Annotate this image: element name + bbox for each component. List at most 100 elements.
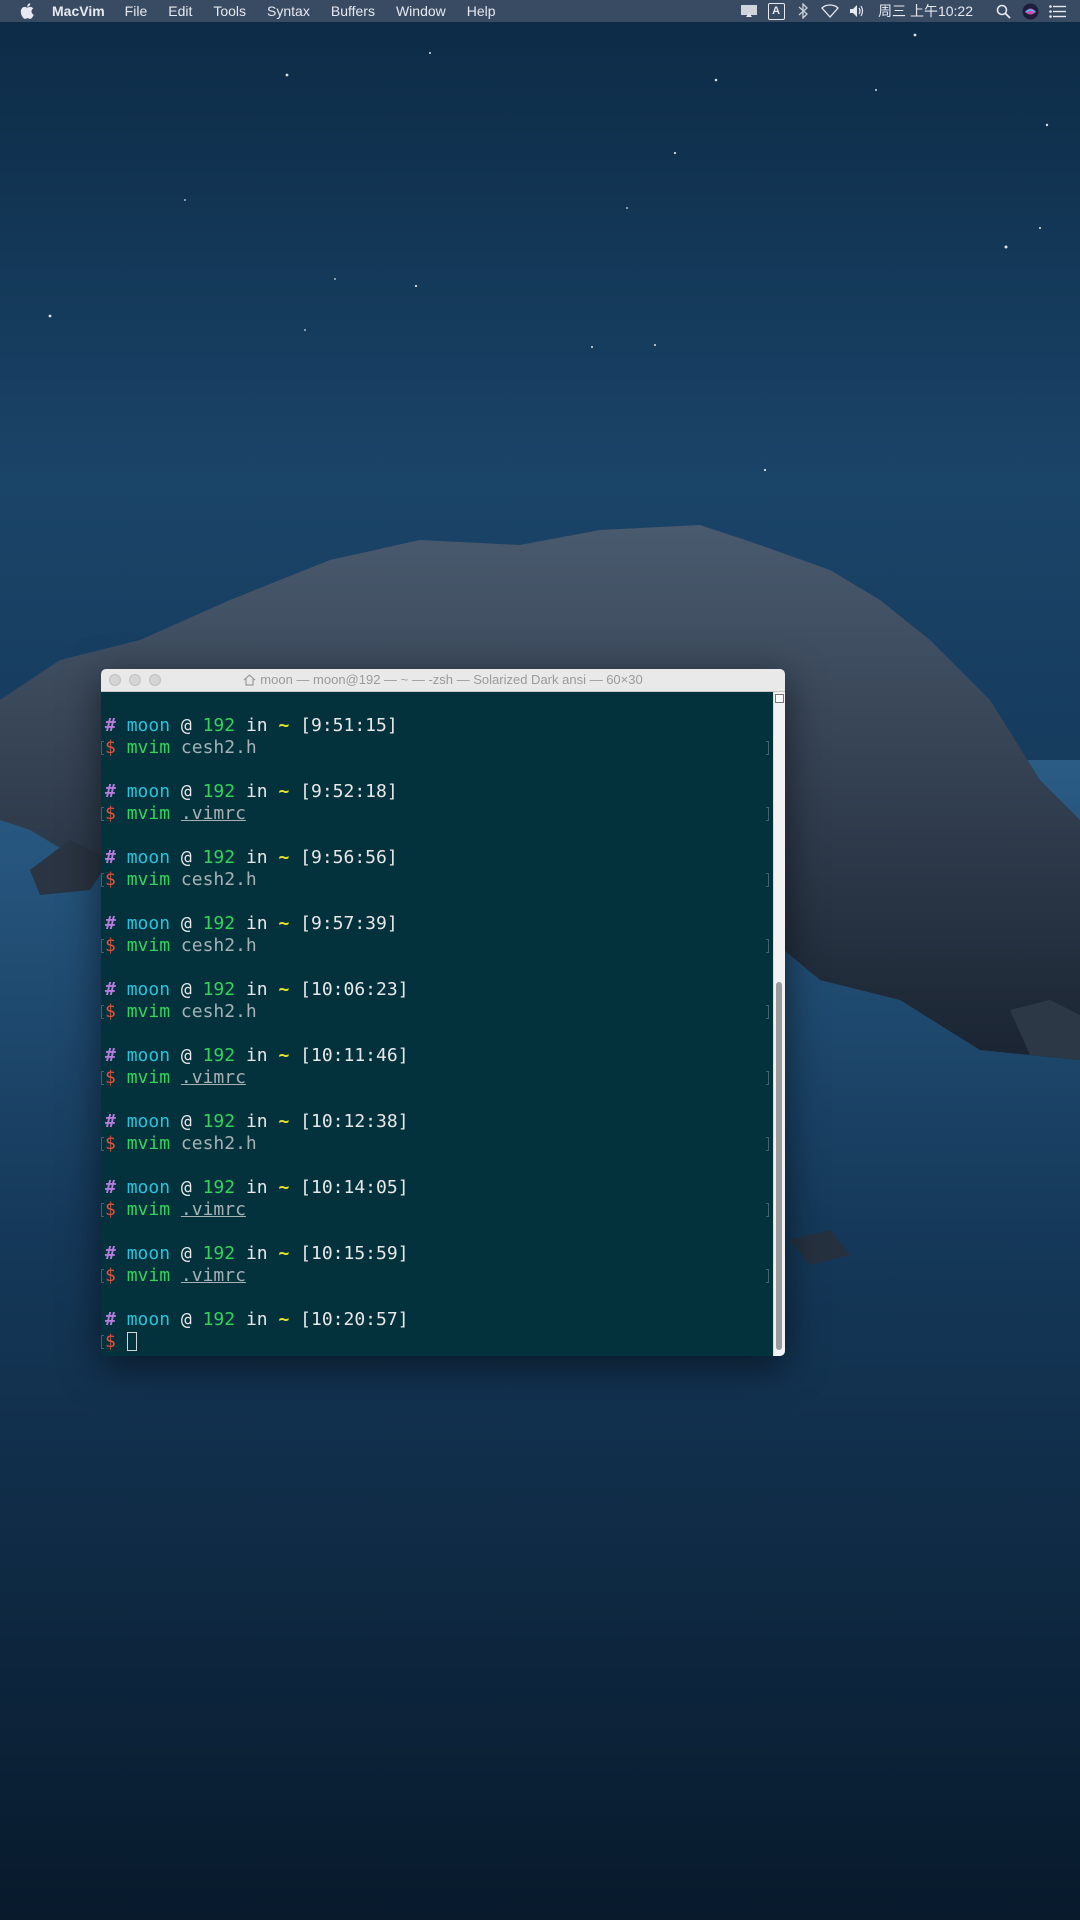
menu-syntax[interactable]: Syntax bbox=[267, 0, 310, 22]
apple-menu-icon[interactable] bbox=[16, 0, 38, 22]
vertical-scrollbar[interactable] bbox=[773, 692, 785, 1356]
prompt-dir: ~ bbox=[278, 715, 290, 736]
prompt-dollar: $ bbox=[105, 1265, 116, 1286]
command-mark-left bbox=[101, 1335, 104, 1349]
prompt-user: moon bbox=[126, 781, 171, 802]
command-argument: .vimrc bbox=[180, 803, 246, 824]
prompt-hash: # bbox=[105, 1111, 116, 1132]
prompt-host: 192 bbox=[202, 913, 236, 934]
menu-app-name[interactable]: MacVim bbox=[52, 0, 105, 22]
command-mark-left bbox=[101, 1137, 104, 1151]
menu-file[interactable]: File bbox=[125, 0, 148, 22]
window-title: moon — moon@192 — ~ — -zsh — Solarized D… bbox=[260, 672, 643, 687]
command-argument: cesh2.h bbox=[180, 935, 257, 956]
prompt-user: moon bbox=[126, 715, 171, 736]
command-line: $ mvim cesh2.h bbox=[105, 737, 257, 759]
prompt-hash: # bbox=[105, 1045, 116, 1066]
command-mark-left bbox=[101, 741, 104, 755]
prompt-in: in bbox=[245, 1309, 268, 1330]
command-mark-right bbox=[766, 1071, 769, 1085]
command-mark-left bbox=[101, 1071, 104, 1085]
prompt-line: # moon @ 192 in ~ [10:20:57] bbox=[105, 1309, 409, 1331]
scrollbar-thumb[interactable] bbox=[776, 982, 782, 1350]
prompt-time: [10:11:46] bbox=[300, 1045, 409, 1066]
prompt-line: # moon @ 192 in ~ [10:15:59] bbox=[105, 1243, 409, 1265]
prompt-time: [9:51:15] bbox=[300, 715, 398, 736]
prompt-host: 192 bbox=[202, 979, 236, 1000]
wifi-icon[interactable] bbox=[821, 2, 839, 20]
minimize-button[interactable] bbox=[129, 674, 141, 686]
prompt-hash: # bbox=[105, 913, 116, 934]
menu-tools[interactable]: Tools bbox=[213, 0, 246, 22]
command-mark-left bbox=[101, 939, 104, 953]
command-mark-left bbox=[101, 873, 104, 887]
menu-window[interactable]: Window bbox=[396, 0, 446, 22]
siri-icon[interactable] bbox=[1021, 2, 1039, 20]
menu-help[interactable]: Help bbox=[467, 0, 496, 22]
prompt-in: in bbox=[245, 715, 268, 736]
command-argument: cesh2.h bbox=[180, 869, 257, 890]
home-icon bbox=[243, 674, 256, 686]
prompt-dollar: $ bbox=[105, 935, 116, 956]
command-mark-right bbox=[766, 873, 769, 887]
command-line: $ mvim cesh2.h bbox=[105, 935, 257, 957]
prompt-host: 192 bbox=[202, 1045, 236, 1066]
menu-buffers[interactable]: Buffers bbox=[331, 0, 375, 22]
prompt-at: @ bbox=[180, 1177, 192, 1198]
prompt-hash: # bbox=[105, 781, 116, 802]
prompt-time: [9:57:39] bbox=[300, 913, 398, 934]
prompt-host: 192 bbox=[202, 847, 236, 868]
display-mirroring-icon[interactable] bbox=[740, 2, 758, 20]
prompt-at: @ bbox=[180, 781, 192, 802]
menubar-clock[interactable]: 周三 上午10:22 bbox=[878, 0, 973, 22]
prompt-dollar: $ bbox=[105, 1001, 116, 1022]
active-command-line[interactable]: $ bbox=[105, 1331, 137, 1353]
prompt-dir: ~ bbox=[278, 979, 290, 1000]
prompt-dollar: $ bbox=[105, 869, 116, 890]
prompt-dir: ~ bbox=[278, 781, 290, 802]
menu-edit[interactable]: Edit bbox=[168, 0, 192, 22]
prompt-host: 192 bbox=[202, 781, 236, 802]
prompt-time: [10:06:23] bbox=[300, 979, 409, 1000]
prompt-in: in bbox=[245, 913, 268, 934]
command-mark-left bbox=[101, 1203, 104, 1217]
close-button[interactable] bbox=[109, 674, 121, 686]
command-name: mvim bbox=[126, 1001, 171, 1022]
prompt-host: 192 bbox=[202, 715, 236, 736]
prompt-dir: ~ bbox=[278, 913, 290, 934]
zoom-button[interactable] bbox=[149, 674, 161, 686]
command-name: mvim bbox=[126, 1133, 171, 1154]
notification-center-icon[interactable] bbox=[1048, 2, 1066, 20]
text-cursor bbox=[126, 1332, 137, 1351]
prompt-hash: # bbox=[105, 1243, 116, 1264]
prompt-dollar: $ bbox=[105, 803, 116, 824]
command-name: mvim bbox=[126, 1067, 171, 1088]
prompt-at: @ bbox=[180, 1309, 192, 1330]
bluetooth-icon[interactable] bbox=[794, 2, 812, 20]
prompt-dollar: $ bbox=[105, 1067, 116, 1088]
volume-icon[interactable] bbox=[848, 2, 866, 20]
command-argument: cesh2.h bbox=[180, 1001, 257, 1022]
prompt-line: # moon @ 192 in ~ [10:06:23] bbox=[105, 979, 409, 1001]
terminal-content[interactable]: # moon @ 192 in ~ [9:51:15] $ mvim cesh2.… bbox=[101, 692, 773, 1356]
prompt-host: 192 bbox=[202, 1111, 236, 1132]
command-line: $ mvim .vimrc bbox=[105, 1067, 246, 1089]
input-source-label: A bbox=[767, 2, 785, 20]
split-pane-icon[interactable] bbox=[775, 694, 784, 703]
prompt-time: [9:56:56] bbox=[300, 847, 398, 868]
prompt-at: @ bbox=[180, 847, 192, 868]
prompt-host: 192 bbox=[202, 1243, 236, 1264]
command-mark-right bbox=[766, 1137, 769, 1151]
prompt-line: # moon @ 192 in ~ [10:14:05] bbox=[105, 1177, 409, 1199]
spotlight-search-icon[interactable] bbox=[994, 2, 1012, 20]
command-mark-right bbox=[766, 1269, 769, 1283]
command-mark-left bbox=[101, 1269, 104, 1283]
input-source-icon[interactable]: A bbox=[767, 2, 785, 20]
prompt-line: # moon @ 192 in ~ [10:11:46] bbox=[105, 1045, 409, 1067]
prompt-dollar: $ bbox=[105, 1331, 116, 1352]
command-line: $ mvim cesh2.h bbox=[105, 1001, 257, 1023]
command-name: mvim bbox=[126, 935, 171, 956]
command-mark-right bbox=[766, 1005, 769, 1019]
window-titlebar[interactable]: moon — moon@192 — ~ — -zsh — Solarized D… bbox=[101, 669, 785, 692]
command-mark-right bbox=[766, 741, 769, 755]
